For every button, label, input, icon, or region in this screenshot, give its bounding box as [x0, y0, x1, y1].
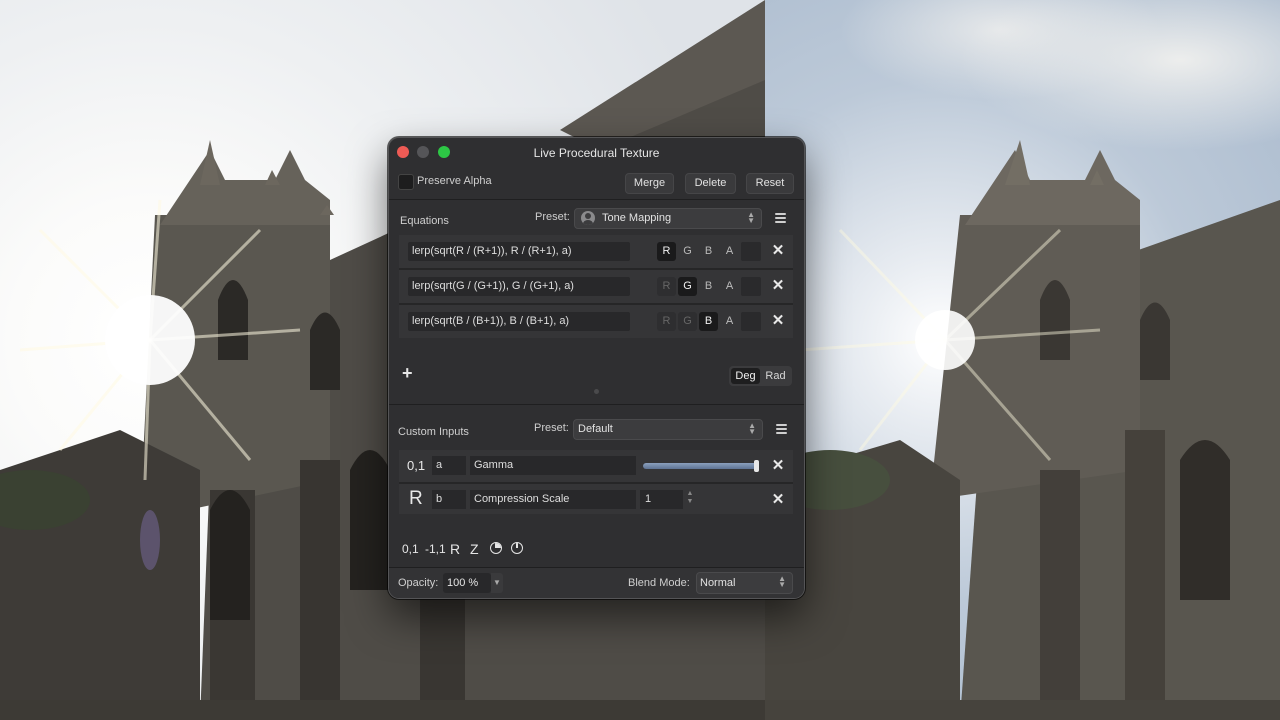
channel-a-toggle[interactable]: A	[720, 312, 739, 331]
variable-name-field[interactable]: b	[432, 490, 466, 509]
equations-list: lerp(sqrt(R / (R+1)), R / (R+1), a) R G …	[399, 235, 793, 338]
top-controls: Preserve Alpha Merge Delete Reset	[389, 172, 804, 194]
angle-unit-toggle: Deg Rad	[729, 366, 792, 386]
equations-preset-label: Preset:	[535, 211, 570, 223]
gamma-slider[interactable]	[643, 460, 759, 472]
variable-name-field[interactable]: a	[432, 456, 466, 475]
channel-b-toggle[interactable]: B	[699, 277, 718, 296]
equation-row: lerp(sqrt(B / (B+1)), B / (B+1), a) R G …	[399, 305, 793, 338]
church-illustration-right	[765, 140, 1280, 720]
remove-input-close-icon[interactable]: ✕	[770, 456, 786, 476]
blend-mode-dropdown[interactable]: Normal ▲ ▼	[696, 572, 793, 594]
color-swatch[interactable]	[741, 277, 761, 296]
rad-option[interactable]: Rad	[761, 366, 790, 386]
opacity-chevron-down-icon[interactable]: ▼	[491, 573, 503, 593]
resize-handle[interactable]	[594, 389, 599, 394]
custom-inputs-preset-label: Preset:	[534, 422, 569, 434]
equations-preset-dropdown[interactable]: Tone Mapping ▲ ▼	[574, 208, 762, 229]
add-signed-input-button[interactable]: -1,1	[425, 540, 446, 558]
add-angle-input-icon[interactable]	[490, 542, 502, 554]
equation-row: lerp(sqrt(R / (R+1)), R / (R+1), a) R G …	[399, 235, 793, 268]
divider	[389, 404, 804, 405]
opacity-field[interactable]: 100 %	[443, 573, 491, 593]
blend-mode-value: Normal	[700, 577, 736, 589]
equations-label: Equations	[400, 215, 449, 227]
add-integer-input-button[interactable]: Z	[470, 540, 479, 558]
opacity-label: Opacity:	[398, 577, 439, 589]
channel-r-toggle[interactable]: R	[657, 242, 676, 261]
channel-g-toggle[interactable]: G	[678, 312, 697, 331]
channel-r-toggle[interactable]: R	[657, 312, 676, 331]
live-procedural-texture-dialog: Live Procedural Texture Preserve Alpha M…	[388, 137, 805, 599]
input-type-label: R	[409, 488, 423, 509]
add-unit-input-button[interactable]: 0,1	[402, 540, 419, 558]
chevron-updown-icon: ▲ ▼	[747, 210, 755, 225]
delete-button[interactable]: Delete	[685, 173, 736, 194]
color-swatch[interactable]	[741, 312, 761, 331]
channel-r-toggle[interactable]: R	[657, 277, 676, 296]
slider-knob[interactable]	[754, 460, 759, 472]
preserve-alpha-label[interactable]: Preserve Alpha	[417, 175, 492, 187]
equation-input[interactable]: lerp(sqrt(B / (B+1)), B / (B+1), a)	[408, 312, 630, 331]
chevron-updown-icon: ▲ ▼	[778, 574, 786, 589]
divider	[389, 199, 804, 200]
channel-b-toggle[interactable]: B	[699, 242, 718, 261]
remove-equation-close-icon[interactable]: ✕	[770, 276, 786, 296]
remove-equation-close-icon[interactable]: ✕	[770, 241, 786, 261]
channel-g-toggle[interactable]: G	[678, 242, 697, 261]
custom-inputs-preset-dropdown[interactable]: Default ▲ ▼	[573, 419, 763, 440]
deg-option[interactable]: Deg	[731, 368, 760, 384]
window-title: Live Procedural Texture	[533, 146, 660, 160]
equation-input[interactable]: lerp(sqrt(G / (G+1)), G / (G+1), a)	[408, 277, 630, 296]
compression-scale-value[interactable]: 1	[640, 490, 683, 509]
add-rotation-input-icon[interactable]	[511, 542, 523, 554]
color-swatch[interactable]	[741, 242, 761, 261]
blend-mode-label: Blend Mode:	[628, 577, 690, 589]
remove-input-close-icon[interactable]: ✕	[770, 490, 786, 510]
remove-equation-close-icon[interactable]: ✕	[770, 311, 786, 331]
add-equation-plus-icon[interactable]: +	[402, 364, 413, 382]
title-bar[interactable]: Live Procedural Texture	[389, 138, 804, 166]
custom-inputs-list: 0,1 a Gamma ✕ R b Compression Scale 1 ▲ ▼…	[399, 450, 793, 514]
channel-a-toggle[interactable]: A	[720, 242, 739, 261]
chevron-updown-icon: ▲ ▼	[748, 421, 756, 436]
input-label-field[interactable]: Gamma	[470, 456, 636, 475]
custom-inputs-label: Custom Inputs	[398, 426, 469, 438]
footer-bar: Opacity: 100 % ▼ Blend Mode: Normal ▲ ▼	[389, 567, 804, 598]
input-type-label: 0,1	[407, 458, 426, 473]
channel-g-toggle[interactable]: G	[678, 277, 697, 296]
custom-input-row: R b Compression Scale 1 ▲ ▼ ✕	[399, 484, 793, 514]
channel-a-toggle[interactable]: A	[720, 277, 739, 296]
add-real-input-button[interactable]: R	[450, 540, 460, 558]
custom-inputs-preset-value: Default	[578, 423, 613, 435]
custom-input-row: 0,1 a Gamma ✕	[399, 450, 793, 482]
input-label-field[interactable]: Compression Scale	[470, 490, 636, 509]
after-photo	[765, 0, 1280, 720]
equations-preset-value: Tone Mapping	[602, 212, 672, 224]
stepper-icon[interactable]: ▲ ▼	[686, 490, 694, 506]
user-icon	[581, 211, 595, 225]
equations-menu-icon[interactable]	[775, 213, 786, 223]
merge-button[interactable]: Merge	[625, 173, 674, 194]
custom-inputs-menu-icon[interactable]	[776, 424, 787, 434]
equation-row: lerp(sqrt(G / (G+1)), G / (G+1), a) R G …	[399, 270, 793, 303]
preserve-alpha-checkbox[interactable]	[398, 174, 414, 190]
channel-b-toggle[interactable]: B	[699, 312, 718, 331]
equation-input[interactable]: lerp(sqrt(R / (R+1)), R / (R+1), a)	[408, 242, 630, 261]
slider-fill	[643, 463, 759, 469]
reset-button[interactable]: Reset	[746, 173, 794, 194]
